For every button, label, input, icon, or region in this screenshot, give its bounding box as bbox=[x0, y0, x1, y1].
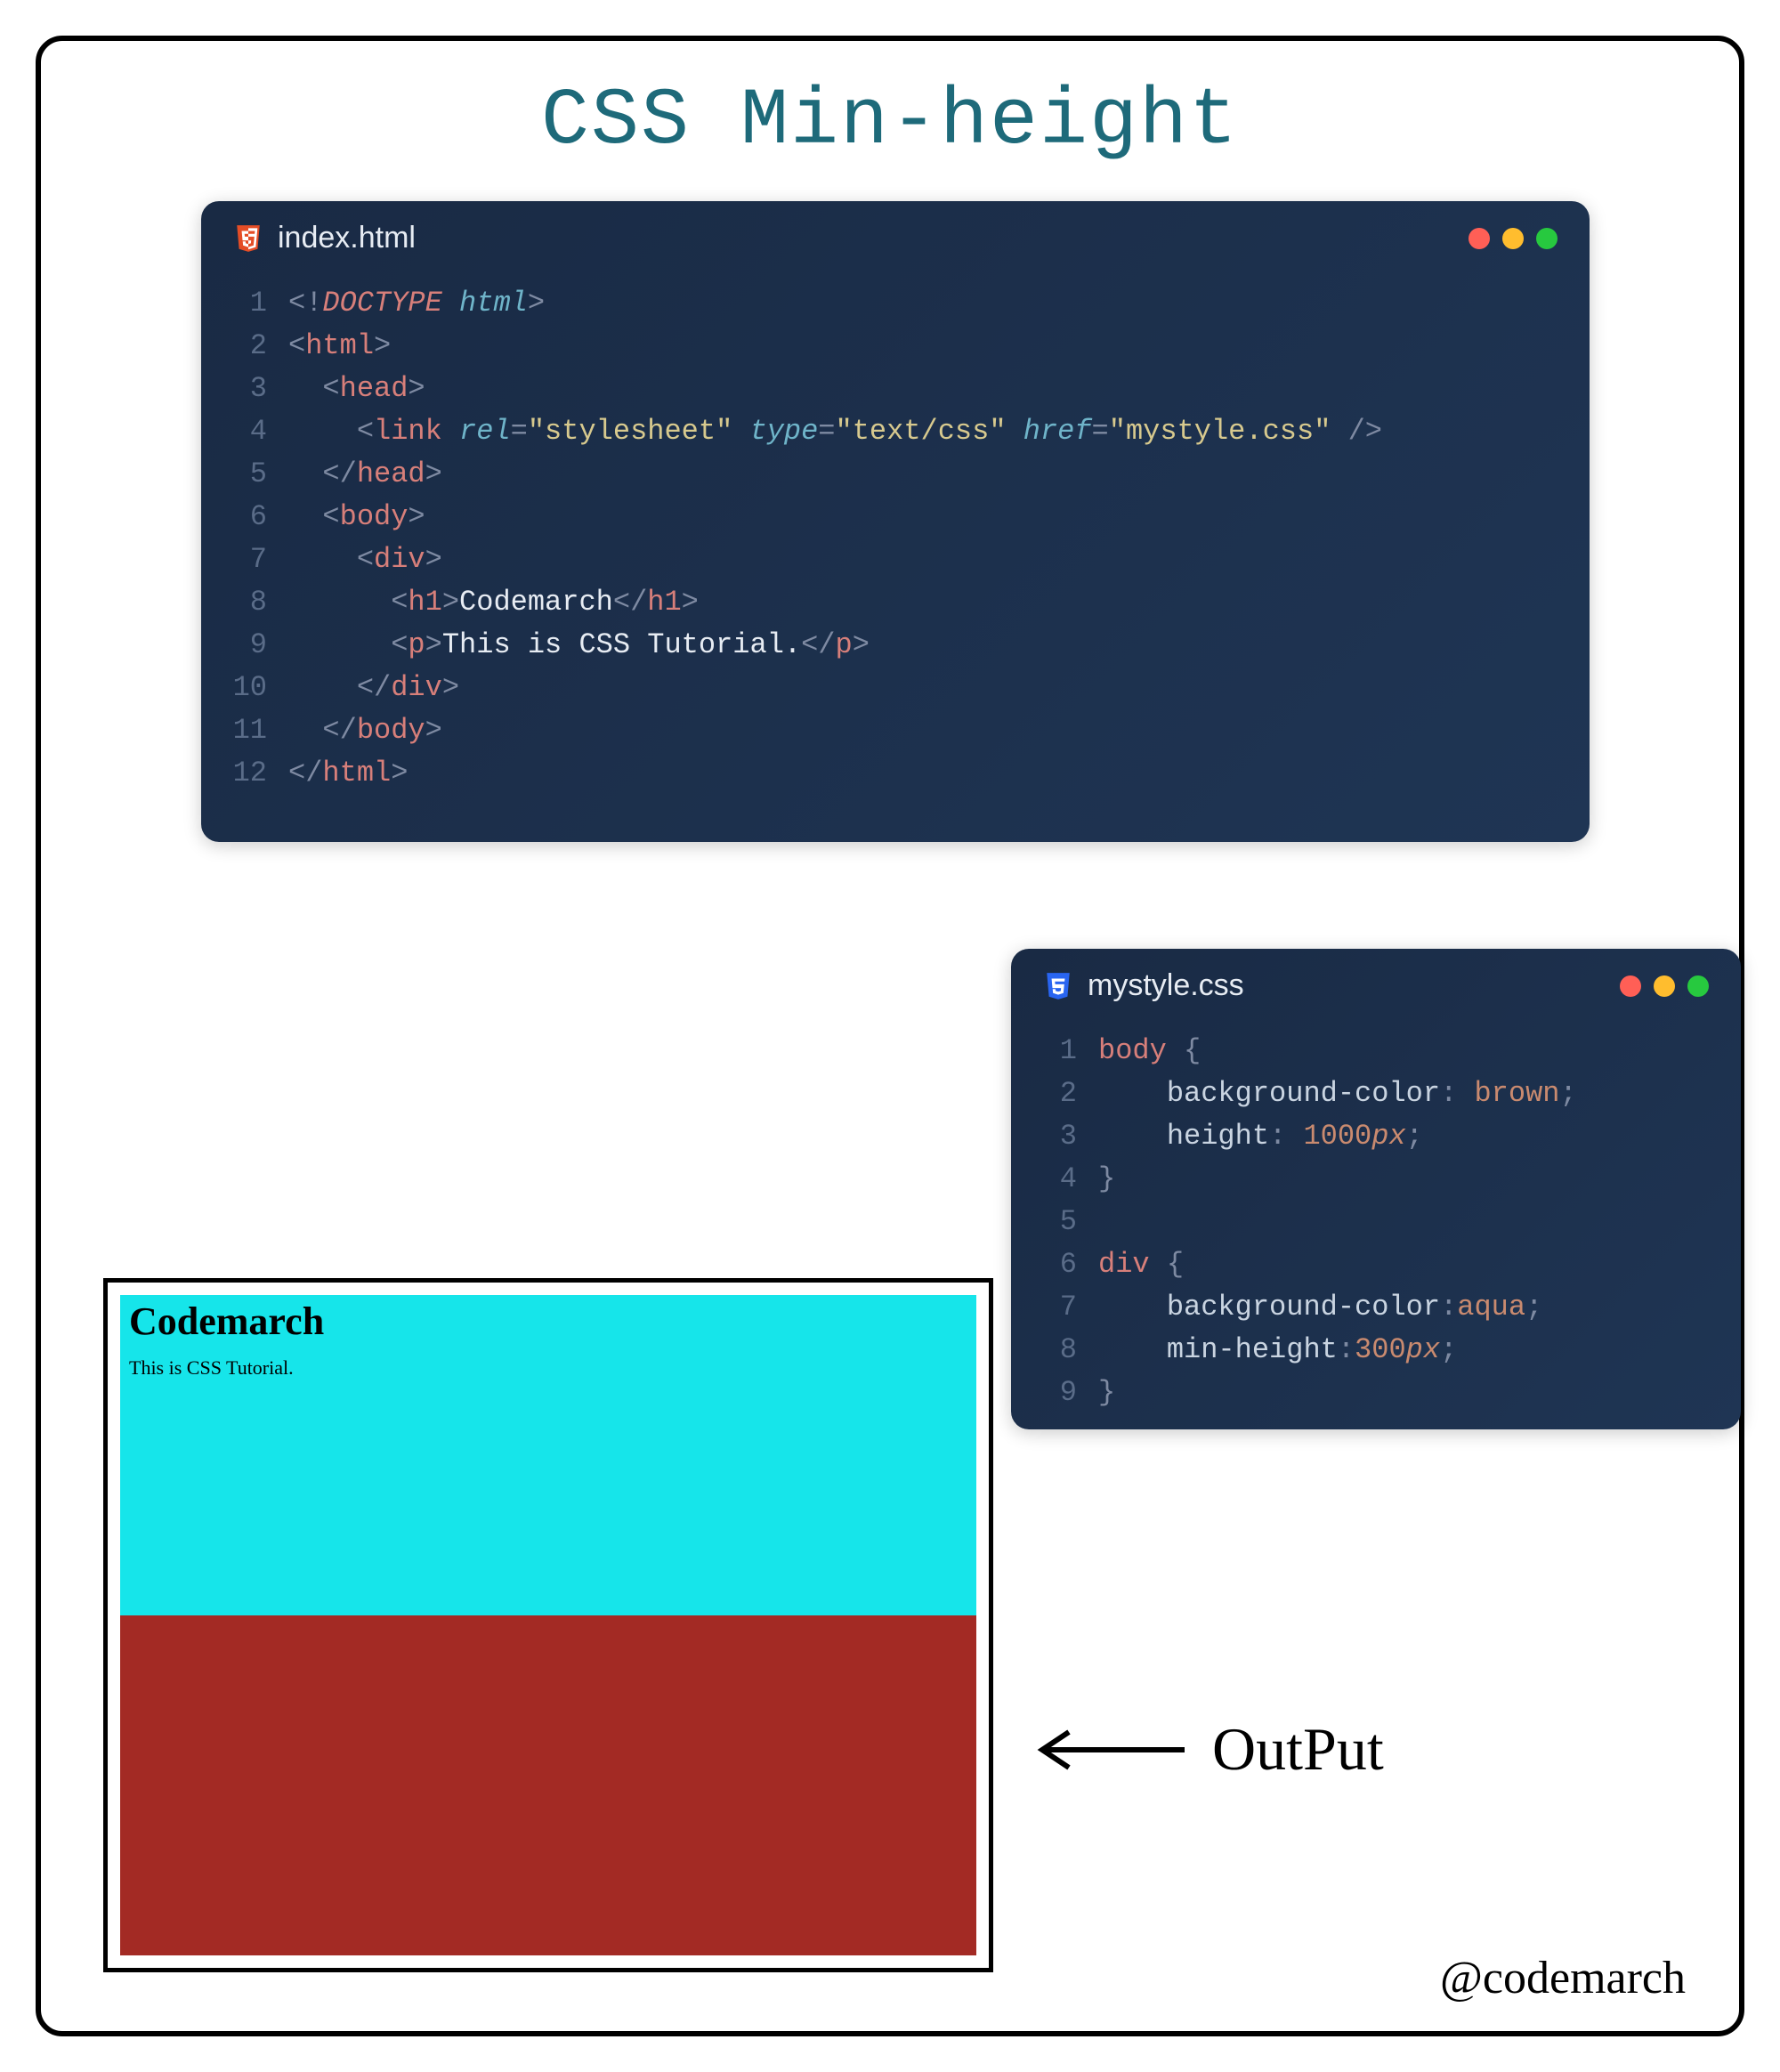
output-body: Codemarch This is CSS Tutorial. bbox=[120, 1295, 976, 1955]
arrow-left-icon bbox=[1029, 1723, 1189, 1777]
window-dots bbox=[1468, 228, 1558, 249]
card-header-left: index.html bbox=[233, 221, 416, 255]
code-card-html: index.html 1<!DOCTYPE html> 2<html> 3 <h… bbox=[201, 201, 1590, 842]
dot-yellow bbox=[1654, 975, 1675, 997]
output-div: Codemarch This is CSS Tutorial. bbox=[120, 1295, 976, 1615]
author-handle: @codemarch bbox=[1440, 1952, 1686, 2004]
output-arrow-label: OutPut bbox=[1029, 1714, 1384, 1785]
file-name: index.html bbox=[278, 221, 416, 255]
code-card-css: mystyle.css 1body { 2 background-color: … bbox=[1011, 949, 1741, 1429]
html5-icon bbox=[233, 223, 263, 254]
document-frame: CSS Min-height index.html 1<!DOCTYPE htm… bbox=[36, 36, 1744, 2036]
output-paragraph: This is CSS Tutorial. bbox=[129, 1356, 967, 1380]
output-preview-frame: Codemarch This is CSS Tutorial. bbox=[103, 1278, 993, 1972]
card-header-left: mystyle.css bbox=[1043, 968, 1244, 1003]
code-body-html: 1<!DOCTYPE html> 2<html> 3 <head> 4 <lin… bbox=[201, 264, 1590, 822]
card-header: mystyle.css bbox=[1011, 949, 1741, 1012]
dot-green bbox=[1536, 228, 1558, 249]
dot-red bbox=[1620, 975, 1641, 997]
dot-yellow bbox=[1502, 228, 1524, 249]
css3-icon bbox=[1043, 971, 1073, 1001]
window-dots bbox=[1620, 975, 1709, 997]
dot-red bbox=[1468, 228, 1490, 249]
dot-green bbox=[1687, 975, 1709, 997]
file-name: mystyle.css bbox=[1088, 968, 1244, 1003]
page-title: CSS Min-height bbox=[41, 77, 1739, 167]
code-body-css: 1body { 2 background-color: brown; 3 hei… bbox=[1011, 1012, 1741, 1441]
card-header: index.html bbox=[201, 201, 1590, 264]
output-heading: Codemarch bbox=[129, 1299, 967, 1344]
output-label: OutPut bbox=[1212, 1714, 1384, 1785]
